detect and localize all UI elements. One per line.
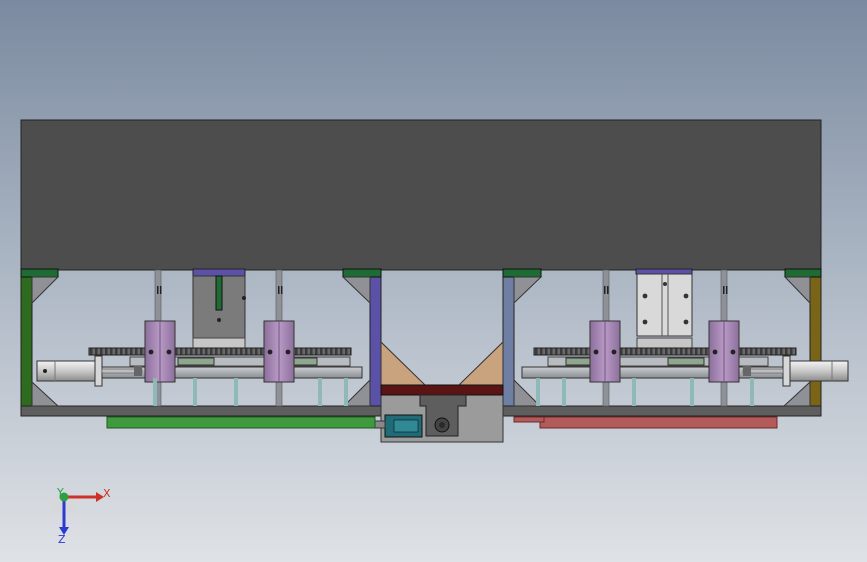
right-top-cap <box>784 268 822 278</box>
left-module <box>36 268 363 407</box>
z-axis-label: Z <box>58 533 66 546</box>
base-plate-left <box>20 405 382 417</box>
center-left-upper-gusset <box>341 276 371 305</box>
center-right-upper-gusset <box>513 276 543 305</box>
left-upper-gusset <box>31 276 60 305</box>
machine-assembly-front-view: X Y Z <box>20 119 849 546</box>
right-conveyor-strip-lip <box>513 416 545 423</box>
right-side-post <box>809 269 822 407</box>
top-plate <box>20 119 822 271</box>
left-lower-gusset <box>31 380 60 407</box>
center-right-cap <box>502 268 542 278</box>
left-side-post <box>20 269 33 407</box>
center-left-post <box>369 269 382 407</box>
left-conveyor-strip <box>106 416 376 429</box>
right-upper-gusset <box>783 276 811 305</box>
center-left-cap <box>342 268 382 278</box>
base-plate-right <box>502 405 822 417</box>
left-top-cap <box>20 268 59 278</box>
y-axis-label: Y <box>56 486 64 499</box>
axis-triad: X Y Z <box>46 486 111 546</box>
cad-viewport[interactable]: X Y Z <box>0 0 867 562</box>
x-axis-label: X <box>103 487 111 500</box>
center-right-post <box>502 269 515 407</box>
right-conveyor-strip <box>539 416 778 429</box>
